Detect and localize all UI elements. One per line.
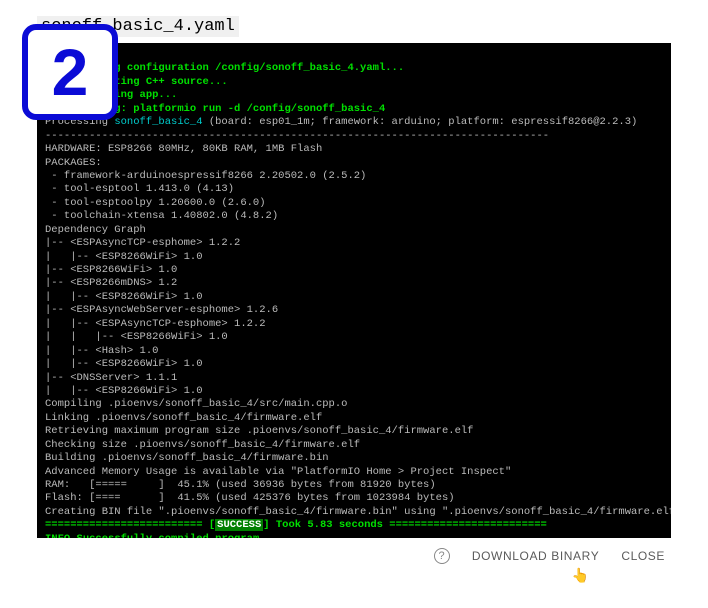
modal-footer: ? DOWNLOAD BINARY CLOSE (19, 538, 689, 570)
log-line: Advanced Memory Usage is available via "… (45, 466, 511, 478)
log-line: Retrieving maximum program size .pioenvs… (45, 425, 473, 437)
log-line: - framework-arduinoespressif8266 2.20502… (45, 170, 366, 182)
log-line: | |-- <ESP8266WiFi> 1.0 (45, 291, 203, 303)
compile-modal: sonoff_basic_4.yaml INFO Reading configu… (19, 8, 689, 590)
log-line: - tool-esptoolpy 1.20600.0 (2.6.0) (45, 197, 266, 209)
download-binary-button[interactable]: DOWNLOAD BINARY (472, 549, 599, 563)
log-line: | |-- <ESP8266WiFi> 1.0 (45, 385, 203, 397)
log-line: HARDWARE: ESP8266 80MHz, 80KB RAM, 1MB F… (45, 143, 322, 155)
modal-header: sonoff_basic_4.yaml (19, 8, 689, 43)
log-line: Processing sonoff_basic_4 (board: esp01_… (45, 116, 637, 128)
log-line: PACKAGES: (45, 157, 102, 169)
close-button[interactable]: CLOSE (621, 549, 665, 563)
log-line: Flash: [==== ] 41.5% (used 425376 bytes … (45, 492, 455, 504)
log-line: |-- <ESPAsyncTCP-esphome> 1.2.2 (45, 237, 240, 249)
log-line: RAM: [===== ] 45.1% (used 36936 bytes fr… (45, 479, 436, 491)
log-line: | |-- <ESPAsyncTCP-esphome> 1.2.2 (45, 318, 266, 330)
log-line: | |-- <ESP8266WiFi> 1.0 (45, 358, 203, 370)
log-success-line: ========================= [SUCCESS] Took… (45, 519, 547, 531)
log-line: - tool-esptool 1.413.0 (4.13) (45, 183, 234, 195)
log-line: Linking .pioenvs/sonoff_basic_4/firmware… (45, 412, 322, 424)
log-line: |-- <ESP8266mDNS> 1.2 (45, 277, 177, 289)
step-number-badge: 2 (22, 24, 118, 120)
log-line: |-- <ESP8266WiFi> 1.0 (45, 264, 177, 276)
log-line: Building .pioenvs/sonoff_basic_4/firmwar… (45, 452, 329, 464)
log-line: | | |-- <ESP8266WiFi> 1.0 (45, 331, 228, 343)
log-line: |-- <DNSServer> 1.1.1 (45, 372, 177, 384)
compile-log-terminal[interactable]: INFO Reading configuration /config/sonof… (37, 43, 671, 538)
log-final-line: INFO Successfully compiled program. (45, 533, 266, 538)
log-line: Creating BIN file ".pioenvs/sonoff_basic… (45, 506, 671, 518)
help-icon[interactable]: ? (434, 548, 450, 564)
log-line: | |-- <Hash> 1.0 (45, 345, 158, 357)
log-line: | |-- <ESP8266WiFi> 1.0 (45, 251, 203, 263)
log-line: ----------------------------------------… (45, 130, 549, 142)
log-line: Compiling .pioenvs/sonoff_basic_4/src/ma… (45, 398, 347, 410)
log-line: Checking size .pioenvs/sonoff_basic_4/fi… (45, 439, 360, 451)
log-line: - toolchain-xtensa 1.40802.0 (4.8.2) (45, 210, 278, 222)
log-line: Dependency Graph (45, 224, 146, 236)
log-line: |-- <ESPAsyncWebServer-esphome> 1.2.6 (45, 304, 278, 316)
